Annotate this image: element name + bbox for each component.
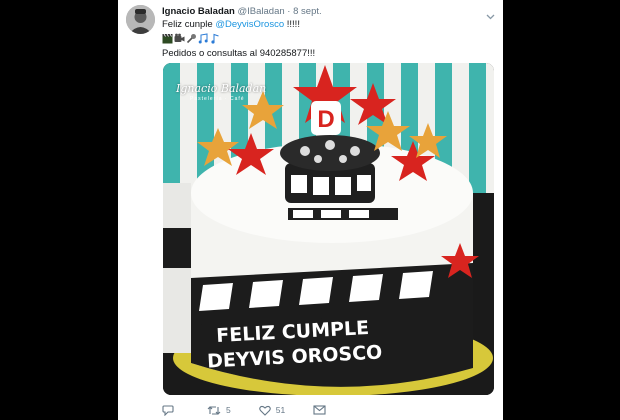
reply-button[interactable] <box>162 404 179 416</box>
text-prefix: Feliz cunple <box>162 19 216 30</box>
chevron-down-icon[interactable] <box>486 7 495 20</box>
like-button[interactable]: 51 <box>258 405 286 416</box>
retweet-count: 5 <box>226 405 231 415</box>
tweet-card: Ignacio Baladan @IBaladan · 8 sept. Feli… <box>118 0 503 420</box>
author-handle[interactable]: @IBaladan <box>238 6 285 17</box>
cake-letter: D <box>317 106 334 133</box>
avatar[interactable] <box>126 5 155 34</box>
music-note-icon <box>210 33 221 44</box>
separator-dot: · <box>287 6 291 17</box>
tweet-line-contact: Pedidos o consultas al 940285877!!! <box>162 48 316 59</box>
tweet-date[interactable]: 8 sept. <box>293 6 322 17</box>
text-suffix: !!!!! <box>284 19 300 30</box>
tweet-text: Feliz cunple @DeyvisOrosco !!!!! Pedidos… <box>162 19 492 60</box>
camera-icon <box>174 33 185 44</box>
tweet-photo[interactable]: D FELIZ CUMPLE DEYVIS OROSCO Ignacio Bal… <box>163 63 494 395</box>
envelope-icon <box>313 405 326 415</box>
photo-watermark-subtitle: Pastelería · Café <box>190 96 245 102</box>
tweet-header: Ignacio Baladan @IBaladan · 8 sept. <box>162 6 492 17</box>
retweet-icon <box>207 405 221 415</box>
microphone-icon <box>186 33 197 44</box>
tweet-line-1: Feliz cunple @DeyvisOrosco !!!!! <box>162 19 492 31</box>
heart-icon <box>258 405 271 416</box>
mention-link[interactable]: @DeyvisOrosco <box>215 19 284 30</box>
author-name[interactable]: Ignacio Baladan <box>162 6 235 17</box>
retweet-button[interactable]: 5 <box>207 405 231 416</box>
tweet-actions: 5 51 <box>162 403 492 417</box>
photo-watermark-title: Ignacio Baladan <box>176 82 267 95</box>
clapperboard-icon <box>162 33 173 44</box>
emoji-row <box>162 32 492 45</box>
like-count: 51 <box>275 405 286 415</box>
music-notes-icon <box>198 33 209 44</box>
reply-icon <box>162 404 174 416</box>
direct-message-button[interactable] <box>313 405 326 415</box>
